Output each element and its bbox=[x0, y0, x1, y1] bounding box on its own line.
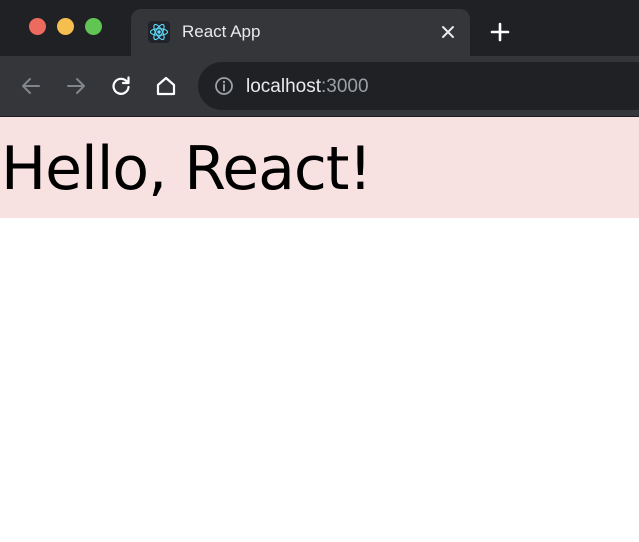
close-window-button[interactable] bbox=[29, 18, 46, 35]
browser-tab[interactable]: React App bbox=[131, 9, 470, 56]
minimize-window-button[interactable] bbox=[57, 18, 74, 35]
browser-toolbar: localhost:3000 bbox=[0, 56, 639, 117]
tab-strip: React App bbox=[0, 0, 639, 56]
arrow-left-icon[interactable] bbox=[20, 75, 42, 97]
url-text: localhost:3000 bbox=[246, 76, 369, 98]
maximize-window-button[interactable] bbox=[85, 18, 102, 35]
browser-window: React App localhost:3000 Hello, React! bbox=[0, 0, 639, 542]
arrow-right-icon[interactable] bbox=[65, 75, 87, 97]
tab-title: React App bbox=[182, 22, 261, 41]
page-viewport: Hello, React! bbox=[0, 117, 639, 542]
info-circle-icon[interactable] bbox=[214, 76, 234, 96]
plus-icon[interactable] bbox=[490, 22, 510, 42]
url-host: localhost bbox=[246, 76, 321, 97]
page-heading: Hello, React! bbox=[1, 134, 372, 204]
address-bar[interactable]: localhost:3000 bbox=[198, 62, 639, 110]
app-header: Hello, React! bbox=[0, 117, 639, 218]
home-icon[interactable] bbox=[155, 75, 177, 97]
close-icon[interactable] bbox=[440, 24, 456, 40]
reload-icon[interactable] bbox=[110, 75, 132, 97]
url-port: :3000 bbox=[321, 76, 369, 97]
react-logo-icon bbox=[148, 21, 170, 43]
